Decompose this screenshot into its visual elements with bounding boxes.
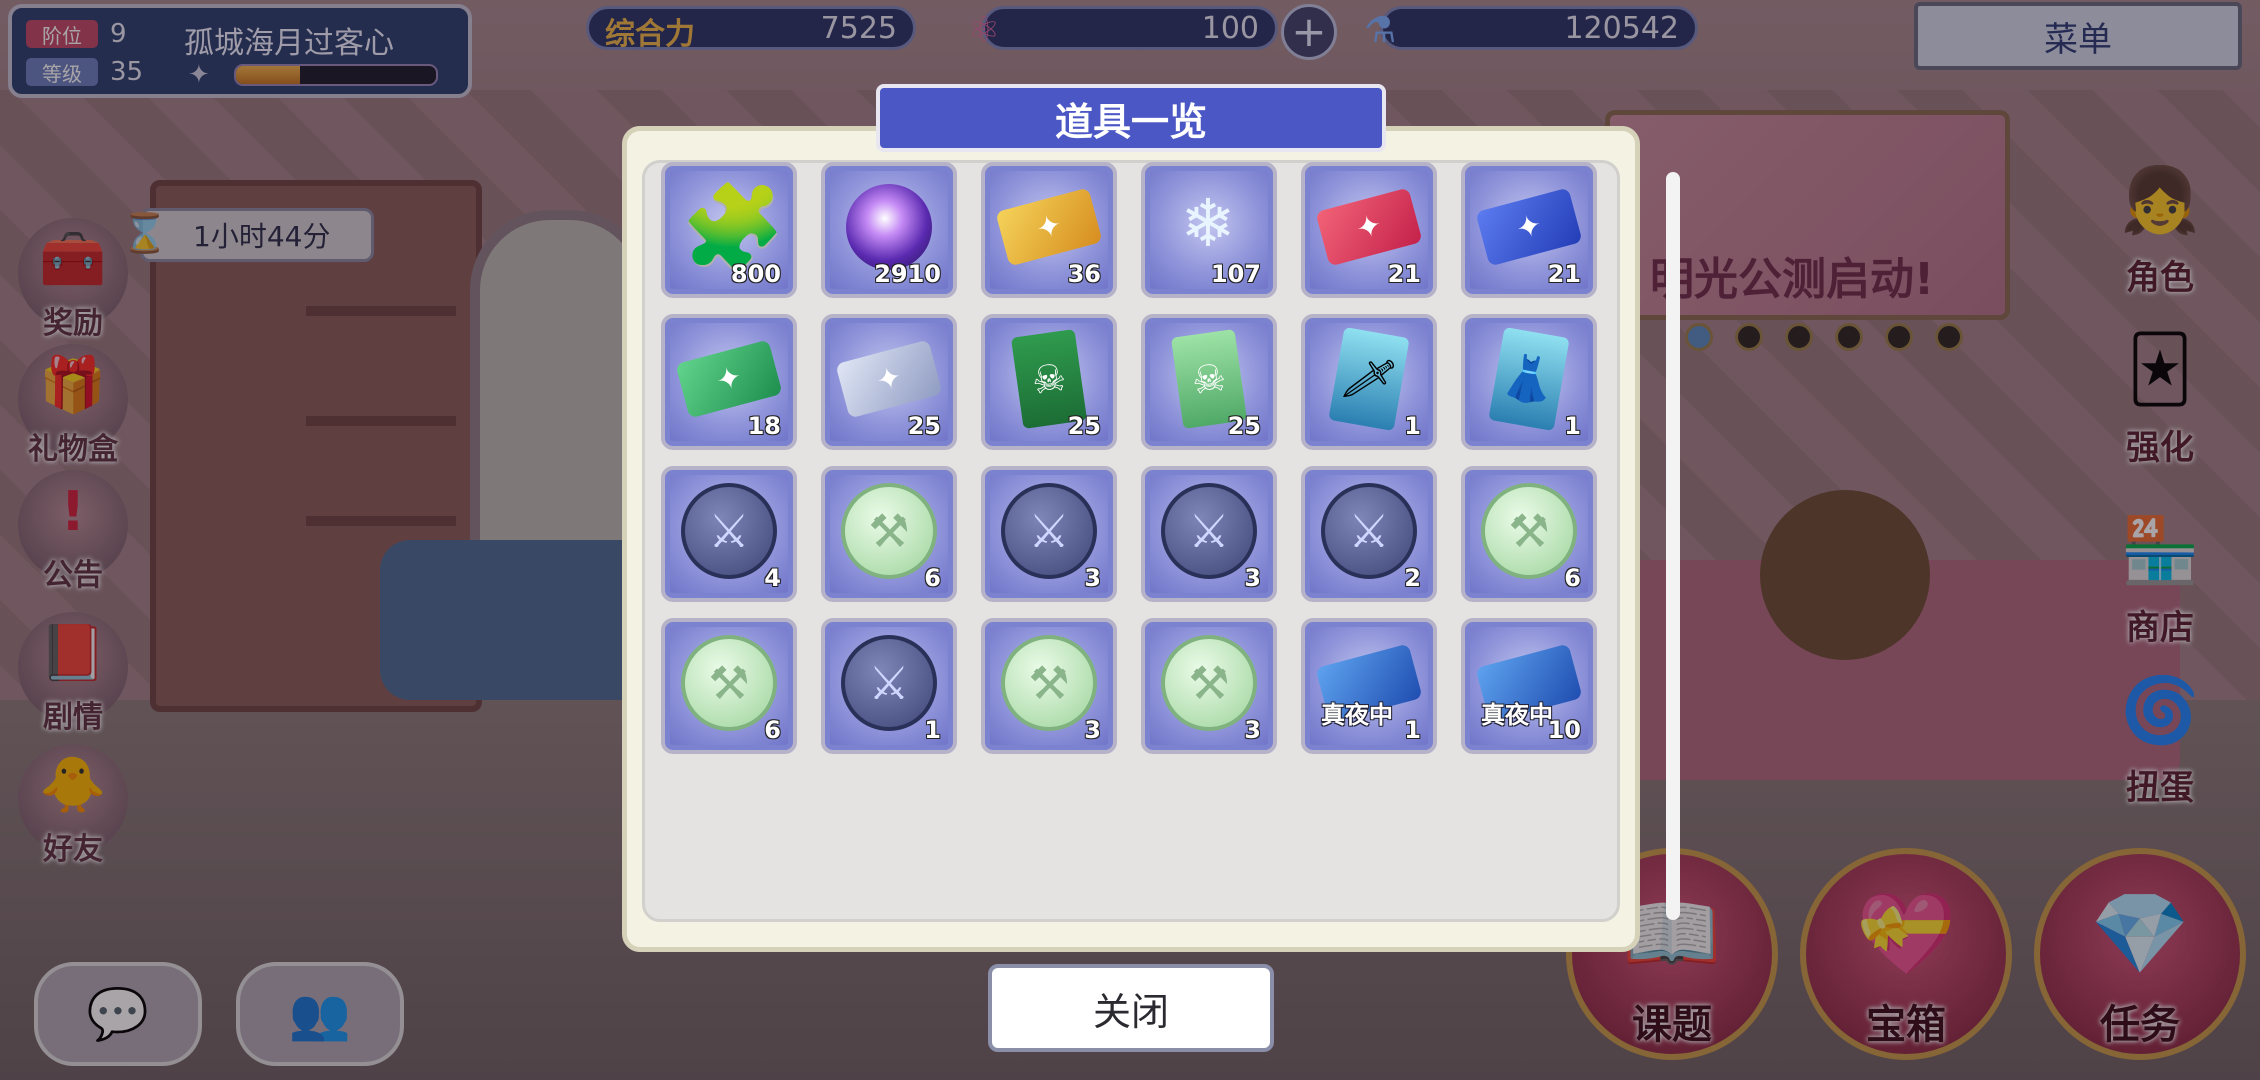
scrollbar[interactable] [1666,172,1680,920]
item-quantity: 2910 [874,260,941,288]
green-coin-icon: ⚒ [841,483,937,580]
item-slot[interactable]: ⚒ 3 [981,618,1117,754]
item-slot[interactable]: ⚔ 3 [981,466,1117,602]
item-slot[interactable]: 🧩 800 [661,162,797,298]
item-quantity: 3 [1244,564,1261,592]
item-slot[interactable]: ⚒ 6 [821,466,957,602]
item-slot[interactable]: 真夜中 1 [1301,618,1437,754]
green-coin-icon: ⚒ [1161,635,1257,732]
green-coin-icon: ⚒ [681,635,777,732]
gold-ticket-icon: ✦ [995,187,1103,267]
item-quantity: 10 [1547,716,1581,744]
blue-coin-icon: ⚔ [1001,483,1097,580]
item-quantity: 25 [907,412,941,440]
green-ticket-icon: ✦ [675,339,783,419]
item-tag: 真夜中 [1321,701,1393,729]
item-slot[interactable]: ☠ 25 [1141,314,1277,450]
item-quantity: 21 [1547,260,1581,288]
blue-coin-icon: ⚔ [841,635,937,732]
item-quantity: 6 [924,564,941,592]
item-slot[interactable]: ⚔ 1 [821,618,957,754]
item-slot[interactable]: ⚔ 2 [1301,466,1437,602]
dialog-title: 道具一览 [876,84,1386,152]
item-slot[interactable]: ✦ 36 [981,162,1117,298]
blue-coin-icon: ⚔ [1161,483,1257,580]
item-quantity: 800 [730,260,781,288]
item-quantity: 6 [764,716,781,744]
purple-orb-icon [846,184,932,271]
item-quantity: 1 [1404,716,1421,744]
blue-coin-icon: ⚔ [1321,483,1417,580]
item-slot[interactable]: 真夜中 10 [1461,618,1597,754]
item-quantity: 18 [747,412,781,440]
item-quantity: 25 [1227,412,1261,440]
item-quantity: 4 [764,564,781,592]
item-slot[interactable]: ✦ 21 [1461,162,1597,298]
item-quantity: 36 [1067,260,1101,288]
item-slot[interactable]: ⚒ 6 [661,618,797,754]
item-slot[interactable]: ✦ 18 [661,314,797,450]
close-button[interactable]: 关闭 [988,964,1274,1052]
item-slot[interactable]: ⚒ 6 [1461,466,1597,602]
item-slot[interactable]: ✦ 21 [1301,162,1437,298]
crystal-flower-icon: ❄ [1180,184,1236,262]
item-slot[interactable]: 👗 1 [1461,314,1597,450]
dress-card-icon: 👗 [1488,327,1570,432]
item-slot[interactable]: 2910 [821,162,957,298]
blue-ticket-icon: ✦ [1475,187,1583,267]
item-slot[interactable]: ⚒ 3 [1141,618,1277,754]
item-quantity: 25 [1067,412,1101,440]
item-quantity: 3 [1244,716,1261,744]
item-quantity: 6 [1564,564,1581,592]
green-coin-icon: ⚒ [1001,635,1097,732]
item-quantity: 2 [1404,564,1421,592]
item-quantity: 21 [1387,260,1421,288]
item-slot[interactable]: ⚔ 4 [661,466,797,602]
item-quantity: 1 [1564,412,1581,440]
item-slot[interactable]: ☠ 25 [981,314,1117,450]
item-tag: 真夜中 [1481,701,1553,729]
blue-coin-icon: ⚔ [681,483,777,580]
item-quantity: 3 [1084,716,1101,744]
item-quantity: 1 [924,716,941,744]
red-ticket-icon: ✦ [1315,187,1423,267]
item-slot[interactable]: ❄ 107 [1141,162,1277,298]
item-quantity: 3 [1084,564,1101,592]
item-grid: 🧩 800 2910 ✦ 36 ❄ 107 ✦ 21 ✦ 21 ✦ 18 ✦ 25 ☠ 25 ☠ 25 🗡 1 👗 1 ⚔ 4 ⚒… [661,162,1597,754]
item-quantity: 107 [1210,260,1261,288]
item-slot[interactable]: 🗡 1 [1301,314,1437,450]
silver-ticket-icon: ✦ [835,339,943,419]
item-slot[interactable]: ✦ 25 [821,314,957,450]
item-quantity: 1 [1404,412,1421,440]
sword-card-icon: 🗡 [1328,327,1410,432]
green-coin-icon: ⚒ [1481,483,1577,580]
item-slot[interactable]: ⚔ 3 [1141,466,1277,602]
